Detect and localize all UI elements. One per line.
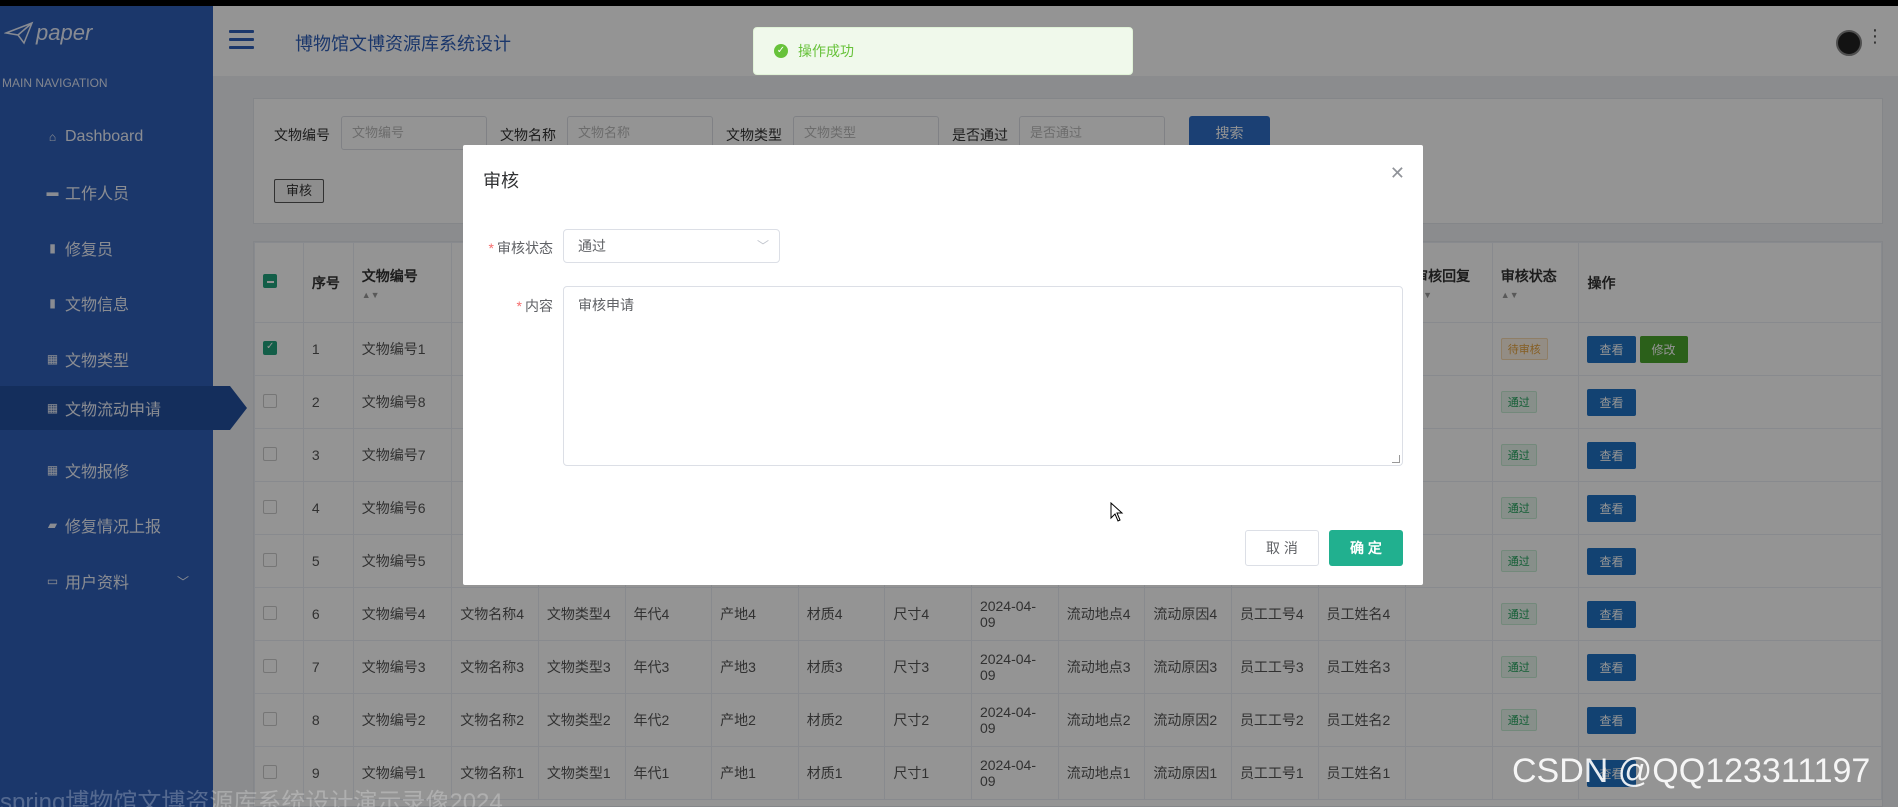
audit-dialog: 审核 ✕ * 审核状态 通过 ﹀ * 内容 审核申请 取 消 确 定 bbox=[463, 145, 1423, 585]
mouse-cursor-icon bbox=[1110, 502, 1124, 522]
content-textarea[interactable]: 审核申请 bbox=[563, 286, 1403, 466]
content-field-label: * 内容 bbox=[516, 298, 553, 314]
close-icon[interactable]: ✕ bbox=[1390, 163, 1405, 184]
bottom-caption: spring博物馆文博资源库系统设计演示录像2024 bbox=[0, 789, 503, 807]
cancel-button[interactable]: 取 消 bbox=[1245, 530, 1319, 566]
success-toast: ✓ 操作成功 bbox=[753, 27, 1133, 75]
confirm-button[interactable]: 确 定 bbox=[1329, 530, 1403, 566]
chevron-down-icon: ﹀ bbox=[756, 239, 769, 253]
status-select[interactable]: 通过 ﹀ bbox=[563, 229, 780, 263]
content-text: 审核申请 bbox=[578, 297, 634, 313]
check-circle-icon: ✓ bbox=[774, 44, 788, 58]
status-select-value: 通过 bbox=[578, 238, 606, 254]
resize-handle-icon[interactable] bbox=[1392, 455, 1400, 463]
toast-message: 操作成功 bbox=[798, 43, 854, 59]
watermark: CSDN @QQ123311197 bbox=[1512, 752, 1871, 790]
status-field-label: * 审核状态 bbox=[488, 240, 553, 256]
dialog-title: 审核 bbox=[483, 171, 519, 191]
